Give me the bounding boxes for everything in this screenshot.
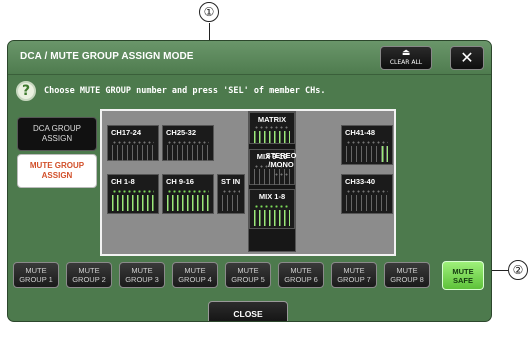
stereo-mono-label[interactable]: STEREO /MONO xyxy=(261,151,301,169)
channel-block-label: CH 9-16 xyxy=(166,177,194,186)
mute-group-1-button[interactable]: MUTE GROUP 1 xyxy=(13,262,59,288)
eject-icon: ⏏ xyxy=(401,48,411,58)
channel-indicators xyxy=(167,190,209,193)
channel-faders xyxy=(167,195,209,211)
channel-block-ch1-8[interactable]: CH 1-8 xyxy=(107,174,159,214)
mix-1-8-block[interactable]: MIX 1-8 xyxy=(249,189,295,229)
channel-block-st-in[interactable]: ST IN xyxy=(217,174,245,214)
callout-2: ② xyxy=(508,260,528,280)
clear-all-button[interactable]: ⏏ CLEAR ALL xyxy=(380,46,432,70)
channel-indicators xyxy=(254,126,290,129)
mute-group-3-button[interactable]: MUTE GROUP 3 xyxy=(119,262,165,288)
channel-indicators xyxy=(346,141,388,144)
channel-faders xyxy=(222,195,240,211)
channel-faders xyxy=(167,145,209,161)
dca-group-assign-label: DCA GROUP ASSIGN xyxy=(32,124,81,143)
channel-faders-active xyxy=(382,146,388,162)
mute-group-2-button[interactable]: MUTE GROUP 2 xyxy=(66,262,112,288)
close-window-button[interactable]: ✕ xyxy=(450,46,484,70)
channel-block-ch25-32[interactable]: CH25-32 xyxy=(162,125,214,161)
mute-group-row: MUTE GROUP 1 MUTE GROUP 2 MUTE GROUP 3 M… xyxy=(8,259,491,289)
dca-mute-group-window: DCA / MUTE GROUP ASSIGN MODE ⏏ CLEAR ALL… xyxy=(7,40,492,322)
channel-faders xyxy=(254,131,290,143)
title-bar: DCA / MUTE GROUP ASSIGN MODE ⏏ CLEAR ALL… xyxy=(8,41,491,75)
channel-indicators xyxy=(112,190,154,193)
channel-block-label: CH33-40 xyxy=(345,177,376,186)
close-icon: ✕ xyxy=(460,48,474,67)
channel-faders xyxy=(112,195,154,211)
channel-indicators xyxy=(222,190,240,193)
channel-faders xyxy=(254,210,290,226)
clear-all-label: CLEAR ALL xyxy=(389,59,423,66)
channel-block-ch41-48[interactable]: CH41-48 xyxy=(341,125,393,165)
mute-group-7-button[interactable]: MUTE GROUP 7 xyxy=(331,262,377,288)
matrix-block[interactable]: MATRIX xyxy=(249,112,295,144)
channel-block-label: ST IN xyxy=(221,177,241,186)
channel-block-label: MATRIX xyxy=(257,115,287,124)
channel-block-ch9-16[interactable]: CH 9-16 xyxy=(162,174,214,214)
channel-block-label: MIX 1-8 xyxy=(258,192,286,201)
mute-group-5-button[interactable]: MUTE GROUP 5 xyxy=(225,262,271,288)
stereo-mono-indicators xyxy=(274,173,288,176)
close-button[interactable]: CLOSE xyxy=(208,301,288,321)
mute-group-assign-label: MUTE GROUP ASSIGN xyxy=(29,161,85,180)
channel-faders xyxy=(112,145,154,161)
instruction-text: Choose MUTE GROUP number and press 'SEL'… xyxy=(44,86,326,96)
mute-group-8-button[interactable]: MUTE GROUP 8 xyxy=(384,262,430,288)
window-title: DCA / MUTE GROUP ASSIGN MODE xyxy=(20,51,194,62)
channel-faders xyxy=(346,195,388,211)
channel-overview-panel: CH17-24 CH25-32 CH 1-8 CH 9-16 ST IN MAT… xyxy=(100,109,396,256)
channel-block-ch17-24[interactable]: CH17-24 xyxy=(107,125,159,161)
channel-block-label: CH 1-8 xyxy=(111,177,135,186)
channel-block-label: CH25-32 xyxy=(166,128,197,137)
channel-indicators xyxy=(346,190,388,193)
dca-group-assign-button[interactable]: DCA GROUP ASSIGN xyxy=(17,117,97,151)
channel-block-ch33-40[interactable]: CH33-40 xyxy=(341,174,393,214)
channel-indicators xyxy=(254,205,290,208)
mute-group-4-button[interactable]: MUTE GROUP 4 xyxy=(172,262,218,288)
channel-faders xyxy=(254,169,290,185)
mute-group-assign-button[interactable]: MUTE GROUP ASSIGN xyxy=(17,154,97,188)
mute-group-6-button[interactable]: MUTE GROUP 6 xyxy=(278,262,324,288)
channel-indicators xyxy=(167,141,209,144)
callout-1: ① xyxy=(199,2,219,22)
mute-safe-button[interactable]: MUTE SAFE xyxy=(442,261,484,290)
channel-block-label: CH41-48 xyxy=(345,128,376,137)
channel-block-label: CH17-24 xyxy=(111,128,142,137)
channel-indicators xyxy=(112,141,154,144)
help-icon: ? xyxy=(16,81,36,101)
